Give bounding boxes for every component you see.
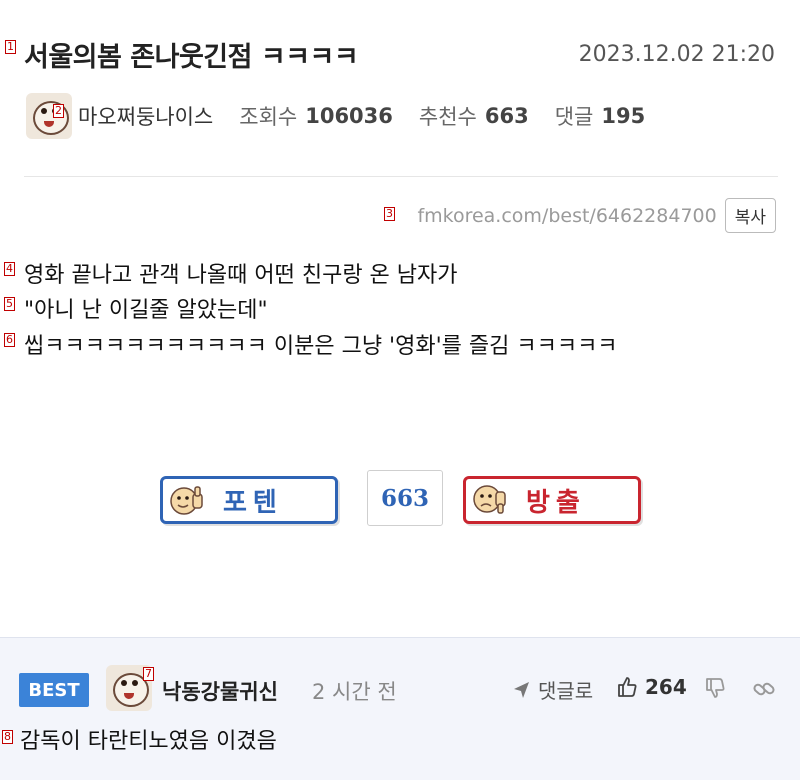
author-name[interactable]: 마오쩌둥나이스 <box>78 101 213 131</box>
marker-8: 8 <box>2 730 13 744</box>
send-arrow-icon <box>514 681 529 698</box>
thumbs-up-icon <box>618 677 637 697</box>
marker-7: 7 <box>143 667 154 681</box>
marker-1: 1 <box>5 40 16 54</box>
post-url[interactable]: fmkorea.com/best/6462284700 <box>417 205 716 227</box>
comment-header: BEST 낙동강물귀신 2 시간 전 댓글로 264 <box>0 651 800 711</box>
marker-5: 5 <box>4 297 15 311</box>
reply-label: 댓글로 <box>538 679 594 703</box>
post-title: 서울의봄 존나웃긴점 ㅋㅋㅋㅋ <box>24 42 359 73</box>
comment-body: 감독이 타란티노였음 이겼음 <box>20 729 277 754</box>
downvote-button[interactable]: 방출 <box>463 476 641 524</box>
thumbs-down-face-icon <box>473 485 506 514</box>
comment-author[interactable]: 낙동강물귀신 <box>162 676 278 706</box>
vote-area: 포텐 663 방출 <box>0 470 800 530</box>
marker-2: 2 <box>53 104 64 118</box>
upvote-label: 포텐 <box>223 487 283 518</box>
post-date: 2023.12.02 21:20 <box>578 42 775 67</box>
views-label: 조회수 <box>239 105 298 129</box>
thumbs-down-icon <box>706 678 725 698</box>
link-button[interactable] <box>752 677 776 705</box>
comments-count: 195 <box>601 104 646 128</box>
copy-button[interactable]: 복사 <box>724 198 776 233</box>
upvote-button[interactable]: 포텐 <box>160 476 338 524</box>
marker-6: 6 <box>4 333 15 347</box>
body-line-2: "아니 난 이길줄 알았는데" <box>24 298 268 323</box>
vote-count: 663 <box>367 470 443 526</box>
thumbs-up-face-icon <box>170 486 203 515</box>
like-button[interactable]: 264 <box>616 675 687 699</box>
marker-3: 3 <box>384 207 395 221</box>
downvote-label: 방출 <box>526 487 586 518</box>
marker-4: 4 <box>4 262 15 276</box>
body-line-3: 씹ㅋㅋㅋㅋㅋㅋㅋㅋㅋㅋㅋ 이분은 그냥 '영화'를 즐김 ㅋㅋㅋㅋㅋ <box>24 334 618 359</box>
reply-button[interactable]: 댓글로 <box>512 675 593 704</box>
header-divider <box>24 176 778 177</box>
link-icon <box>753 682 775 696</box>
views-count: 106036 <box>305 104 393 128</box>
dislike-button[interactable] <box>704 677 726 703</box>
recommend-label: 추천수 <box>418 105 477 129</box>
recommend-count: 663 <box>484 104 529 128</box>
comments-label: 댓글 <box>554 105 594 129</box>
comment-time: 2 시간 전 <box>312 680 397 704</box>
url-row: fmkorea.com/best/6462284700 복사 <box>417 198 776 233</box>
author-avatar[interactable] <box>26 93 72 139</box>
best-badge: BEST <box>19 673 89 707</box>
post-meta: 마오쩌둥나이스 조회수 106036 추천수 663 댓글 195 <box>26 93 645 139</box>
like-count: 264 <box>645 675 687 699</box>
comment-section: BEST 낙동강물귀신 2 시간 전 댓글로 264 감독이 타란티노였음 이겼… <box>0 637 800 780</box>
body-line-1: 영화 끝나고 관객 나올때 어떤 친구랑 온 남자가 <box>24 263 458 288</box>
